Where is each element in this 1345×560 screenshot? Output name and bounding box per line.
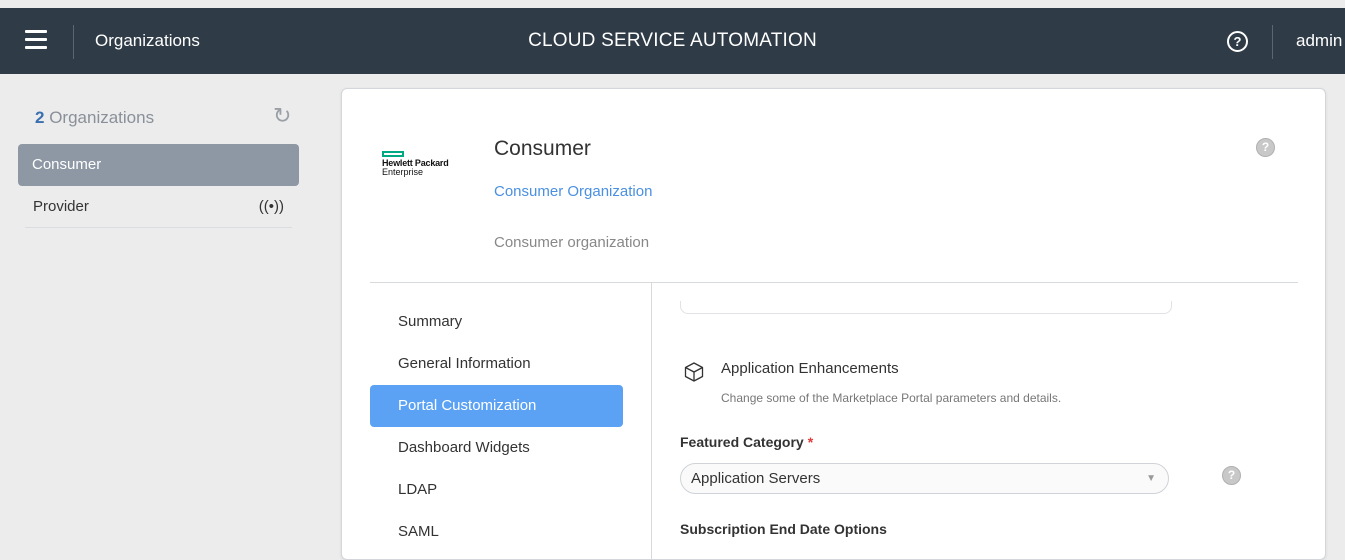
org-item-consumer[interactable]: Consumer: [18, 144, 299, 186]
nav-item-summary[interactable]: Summary: [370, 301, 623, 343]
chevron-down-icon: ▼: [1146, 473, 1156, 484]
divider: [651, 283, 652, 559]
help-icon[interactable]: ?: [1227, 31, 1248, 52]
org-count: 2 Organizations: [35, 108, 154, 128]
field-label-text: Featured Category: [680, 434, 804, 450]
top-bar: Organizations CLOUD SERVICE AUTOMATION ?…: [0, 8, 1345, 74]
org-count-label: Organizations: [49, 108, 155, 127]
section-title: Application Enhancements: [721, 360, 899, 377]
org-count-number: 2: [35, 108, 45, 127]
user-menu[interactable]: admin: [1296, 31, 1342, 51]
required-marker: *: [807, 434, 814, 450]
refresh-icon[interactable]: ↻: [273, 103, 291, 129]
org-item-label: Consumer: [32, 156, 102, 173]
subscription-end-date-label: Subscription End Date Options: [680, 521, 887, 537]
featured-category-select[interactable]: Application Servers ▼: [680, 463, 1169, 494]
broadcast-icon: ((•)): [258, 198, 284, 215]
featured-category-label: Featured Category *: [680, 434, 813, 450]
org-description: Consumer organization: [494, 234, 650, 251]
org-item-provider[interactable]: Provider ((•)): [25, 186, 292, 228]
nav-item-portal-customization[interactable]: Portal Customization: [370, 385, 623, 427]
org-detail-card: Hewlett Packard Enterprise Consumer Cons…: [341, 88, 1326, 560]
app-title: CLOUD SERVICE AUTOMATION: [528, 30, 817, 51]
logo-text: Enterprise: [382, 167, 424, 177]
org-name: Consumer: [494, 137, 591, 160]
nav-item-general-information[interactable]: General Information: [370, 343, 623, 385]
section-description: Change some of the Marketplace Portal pa…: [721, 391, 1062, 405]
org-type-link[interactable]: Consumer Organization: [494, 183, 652, 200]
org-item-label: Provider: [33, 198, 89, 215]
nav-item-dashboard-widgets[interactable]: Dashboard Widgets: [370, 427, 623, 469]
divider: [370, 282, 1298, 283]
settings-nav: Summary General Information Portal Custo…: [370, 301, 623, 553]
text-field[interactable]: [680, 301, 1172, 314]
cube-icon: [684, 362, 704, 382]
help-icon[interactable]: ?: [1256, 138, 1275, 157]
divider: [1272, 25, 1273, 59]
select-value: Application Servers: [691, 470, 821, 487]
nav-item-ldap[interactable]: LDAP: [370, 469, 623, 511]
help-icon[interactable]: ?: [1222, 466, 1241, 485]
hpe-logo-bar: [382, 151, 404, 157]
nav-item-saml[interactable]: SAML: [370, 511, 623, 553]
hpe-logo: Hewlett Packard Enterprise: [382, 151, 452, 181]
